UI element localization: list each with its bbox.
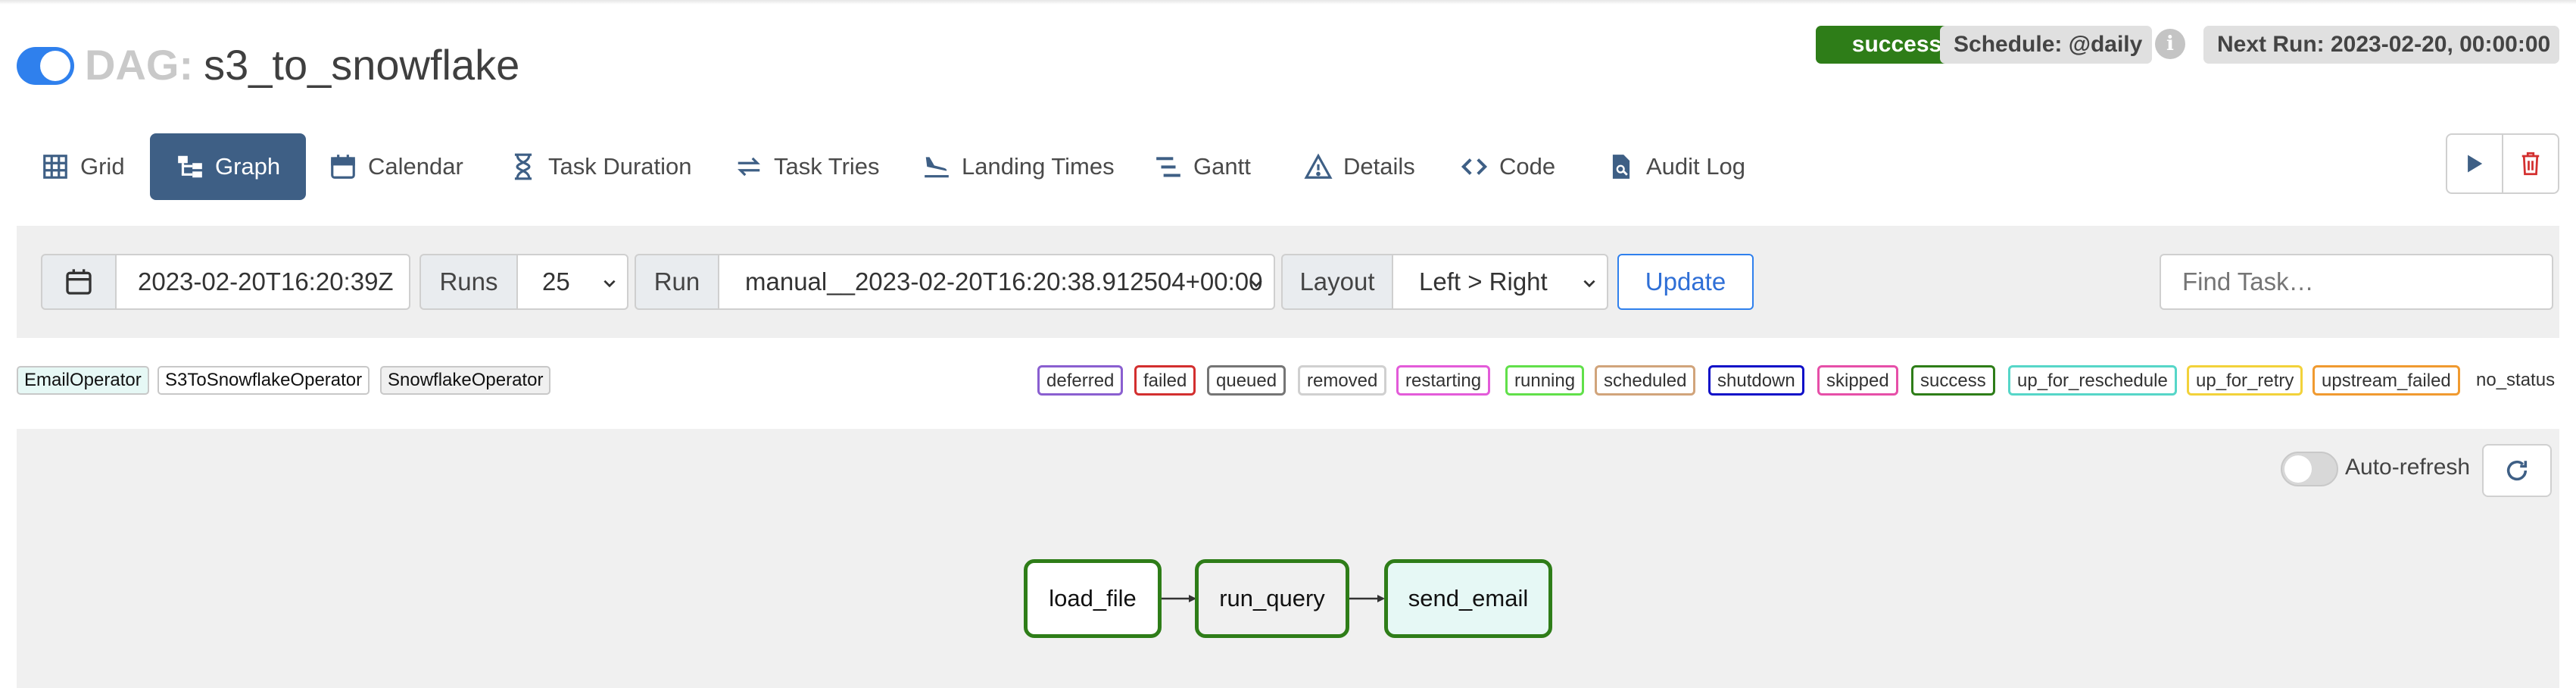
- tab-label: Calendar: [368, 153, 463, 180]
- tab-code[interactable]: Code: [1460, 133, 1555, 200]
- base-date-input[interactable]: 2023-02-20T16:20:39Z: [115, 254, 410, 310]
- file-search-icon: [1612, 155, 1630, 179]
- tab-label: Code: [1499, 153, 1556, 180]
- tab-label: Grid: [80, 153, 125, 180]
- tab-label: Task Tries: [774, 153, 880, 180]
- dag-name: s3_to_snowflake: [204, 41, 520, 89]
- dag-actions: [2446, 133, 2559, 194]
- trash-icon: [2521, 152, 2540, 176]
- tab-audit-log[interactable]: Audit Log: [1607, 133, 1745, 200]
- tab-details[interactable]: Details: [1304, 133, 1415, 200]
- refresh-icon: [2506, 460, 2528, 481]
- task-node-load-file[interactable]: load_file: [1024, 559, 1162, 638]
- code-icon: [1461, 158, 1488, 175]
- tab-label: Landing Times: [962, 153, 1115, 180]
- update-button[interactable]: Update: [1617, 254, 1754, 310]
- legend-state-scheduled: scheduled: [1595, 365, 1696, 396]
- tab-task-duration[interactable]: Task Duration: [509, 133, 692, 200]
- run-label: Run: [635, 254, 719, 310]
- chevron-down-icon: [1583, 280, 1595, 288]
- tab-label: Graph: [215, 153, 281, 180]
- auto-refresh-label: Auto-refresh: [2345, 455, 2471, 480]
- tab-label: Details: [1343, 153, 1415, 180]
- tab-grid[interactable]: Grid: [41, 133, 125, 200]
- tab-task-tries[interactable]: Task Tries: [734, 133, 880, 200]
- legend-operator-s3tosnowflake: S3ToSnowflakeOperator: [157, 366, 370, 395]
- auto-refresh-toggle[interactable]: [2281, 452, 2338, 486]
- warning-triangle-icon: [1304, 153, 1333, 179]
- toggle-knob: [2284, 455, 2312, 483]
- find-task-input[interactable]: [2160, 254, 2553, 310]
- trigger-dag-button[interactable]: [2447, 135, 2502, 192]
- chevron-down-icon: [1250, 280, 1262, 288]
- legend-state-queued: queued: [1207, 365, 1286, 396]
- legend-state-failed: failed: [1134, 365, 1196, 396]
- legend-state-up-for-retry: up_for_retry: [2187, 365, 2303, 396]
- legend-state-success: success: [1911, 365, 1995, 396]
- plane-landing-icon: [925, 157, 949, 178]
- legend-state-restarting: restarting: [1396, 365, 1491, 396]
- run-value: manual__2023-02-20T16:20:38.912504+00:00: [745, 267, 1263, 296]
- layout-select[interactable]: Left > Right: [1392, 254, 1608, 310]
- gantt-icon: [1156, 157, 1180, 177]
- legend-operator-email: EmailOperator: [17, 366, 149, 395]
- tab-label: Audit Log: [1646, 153, 1745, 180]
- layout-value: Left > Right: [1419, 267, 1548, 296]
- grid-icon: [43, 155, 67, 179]
- info-icon[interactable]: i: [2155, 29, 2185, 59]
- tab-graph[interactable]: Graph: [150, 133, 307, 200]
- page-title: DAG: s3_to_snowflake: [85, 38, 519, 92]
- task-node-run-query[interactable]: run_query: [1195, 559, 1349, 638]
- legend-state-upstream-failed: upstream_failed: [2312, 365, 2460, 396]
- refresh-button[interactable]: [2482, 444, 2552, 497]
- task-node-send-email[interactable]: send_email: [1384, 559, 1552, 638]
- play-icon: [2468, 155, 2483, 173]
- chevron-down-icon: [603, 280, 616, 288]
- legend-state-deferred: deferred: [1037, 365, 1124, 396]
- tab-landing-times[interactable]: Landing Times: [922, 133, 1115, 200]
- hourglass-icon: [514, 153, 532, 180]
- retry-arrows-icon: [738, 157, 760, 177]
- legend-state-shutdown: shutdown: [1708, 365, 1804, 396]
- toolbar: 2023-02-20T16:20:39Z Runs 25 Run manual_…: [17, 226, 2559, 338]
- dag-prefix: DAG:: [85, 41, 194, 89]
- run-select[interactable]: manual__2023-02-20T16:20:38.912504+00:00: [718, 254, 1275, 310]
- tab-gantt[interactable]: Gantt: [1154, 133, 1251, 200]
- dag-pause-toggle[interactable]: [17, 47, 74, 85]
- runs-select[interactable]: 25: [516, 254, 628, 310]
- tab-label: Task Duration: [548, 153, 692, 180]
- toggle-knob: [40, 51, 70, 81]
- runs-label: Runs: [419, 254, 518, 310]
- tab-label: Gantt: [1193, 153, 1251, 180]
- schedule-badge: Schedule: @daily: [1940, 26, 2152, 64]
- tab-calendar[interactable]: Calendar: [329, 133, 463, 200]
- runs-value: 25: [542, 267, 570, 296]
- legend-state-running: running: [1505, 365, 1585, 396]
- layout-label: Layout: [1281, 254, 1393, 310]
- legend-state-skipped: skipped: [1817, 365, 1898, 396]
- top-shadow: [0, 0, 2576, 5]
- calendar-icon: [331, 155, 355, 179]
- datepicker-button[interactable]: [41, 254, 117, 310]
- calendar-icon: [66, 269, 92, 295]
- graph-canvas[interactable]: [17, 429, 2559, 688]
- delete-dag-button[interactable]: [2502, 135, 2558, 192]
- legend-state-removed: removed: [1298, 365, 1387, 396]
- legend-operator-snowflake: SnowflakeOperator: [380, 366, 551, 395]
- legend-state-no-status: no_status: [2476, 370, 2556, 390]
- legend-state-up-for-reschedule: up_for_reschedule: [2008, 365, 2177, 396]
- graph-icon: [178, 155, 202, 178]
- next-run-badge: Next Run: 2023-02-20, 00:00:00: [2203, 26, 2559, 64]
